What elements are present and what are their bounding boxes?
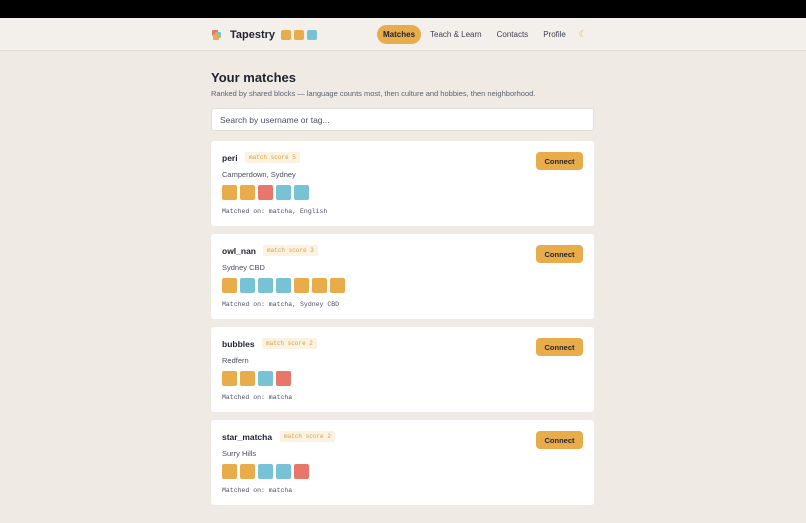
brand[interactable]: Tapestry: [212, 27, 320, 43]
page-title: Your matches: [211, 70, 297, 85]
interest-block: [312, 278, 327, 293]
page-subtitle: Ranked by shared blocks — language count…: [211, 89, 536, 98]
match-location: Camperdown, Sydney: [222, 170, 296, 179]
match-blocks: [222, 278, 348, 293]
brand-block: [307, 30, 318, 40]
interest-block: [240, 278, 255, 293]
nav-contacts[interactable]: Contacts: [491, 25, 535, 44]
connect-button[interactable]: Connect: [536, 431, 583, 449]
interest-block: [222, 464, 237, 479]
tapestry-logo-icon: [212, 30, 222, 40]
interest-block: [258, 464, 273, 479]
interest-block: [222, 371, 237, 386]
interest-block: [240, 464, 255, 479]
interest-block: [294, 185, 309, 200]
nav-matches[interactable]: Matches: [377, 25, 422, 44]
match-card: owl_nan match score 3 Sydney CBD Matched…: [211, 234, 594, 319]
connect-button[interactable]: Connect: [536, 245, 583, 263]
match-card: peri match score 5 Camperdown, Sydney Ma…: [211, 141, 594, 226]
match-location: Redfern: [222, 356, 249, 365]
match-score-badge: match score 3: [263, 245, 318, 256]
interest-block: [222, 185, 237, 200]
interest-block: [258, 278, 273, 293]
match-blocks: [222, 185, 312, 200]
match-score-badge: match score 2: [262, 338, 317, 349]
interest-block: [294, 464, 309, 479]
nav-teach-learn[interactable]: Teach & Learn: [424, 25, 488, 44]
search-input[interactable]: [211, 108, 594, 131]
nav-profile[interactable]: Profile: [537, 25, 572, 44]
match-card: bubbles match score 2 Redfern Matched on…: [211, 327, 594, 412]
matched-on-text: Matched on: matcha: [222, 394, 293, 401]
interest-block: [276, 464, 291, 479]
matched-on-text: Matched on: matcha, English: [222, 208, 328, 215]
match-blocks: [222, 464, 312, 479]
match-blocks: [222, 371, 294, 386]
matched-on-text: Matched on: matcha: [222, 487, 293, 494]
match-username: star_matcha: [222, 432, 273, 442]
interest-block: [240, 185, 255, 200]
match-username: bubbles: [222, 339, 255, 349]
interest-block: [222, 278, 237, 293]
matched-on-text: Matched on: matcha, Sydney CBD: [222, 301, 340, 308]
match-score-badge: match score 2: [280, 431, 335, 442]
match-list: peri match score 5 Camperdown, Sydney Ma…: [211, 141, 594, 513]
moon-icon[interactable]: ☾: [579, 29, 587, 40]
match-location: Surry Hills: [222, 449, 257, 458]
brand-block: [281, 30, 292, 40]
match-score-badge: match score 5: [245, 152, 300, 163]
interest-block: [276, 278, 291, 293]
interest-block: [330, 278, 345, 293]
interest-block: [276, 371, 291, 386]
match-location: Sydney CBD: [222, 263, 265, 272]
interest-block: [276, 185, 291, 200]
interest-block: [240, 371, 255, 386]
match-username: peri: [222, 153, 238, 163]
match-username: owl_nan: [222, 246, 257, 256]
connect-button[interactable]: Connect: [536, 152, 583, 170]
brand-block: [294, 30, 305, 40]
app-header: Tapestry Matches Teach & Learn Contacts …: [0, 18, 806, 51]
window-top-bar: [0, 0, 806, 18]
interest-block: [258, 185, 273, 200]
match-card: star_matcha match score 2 Surry Hills Ma…: [211, 420, 594, 505]
app-name: Tapestry: [230, 29, 276, 41]
interest-block: [258, 371, 273, 386]
connect-button[interactable]: Connect: [536, 338, 583, 356]
interest-block: [294, 278, 309, 293]
main-nav: Matches Teach & Learn Contacts Profile ☾: [377, 25, 587, 44]
